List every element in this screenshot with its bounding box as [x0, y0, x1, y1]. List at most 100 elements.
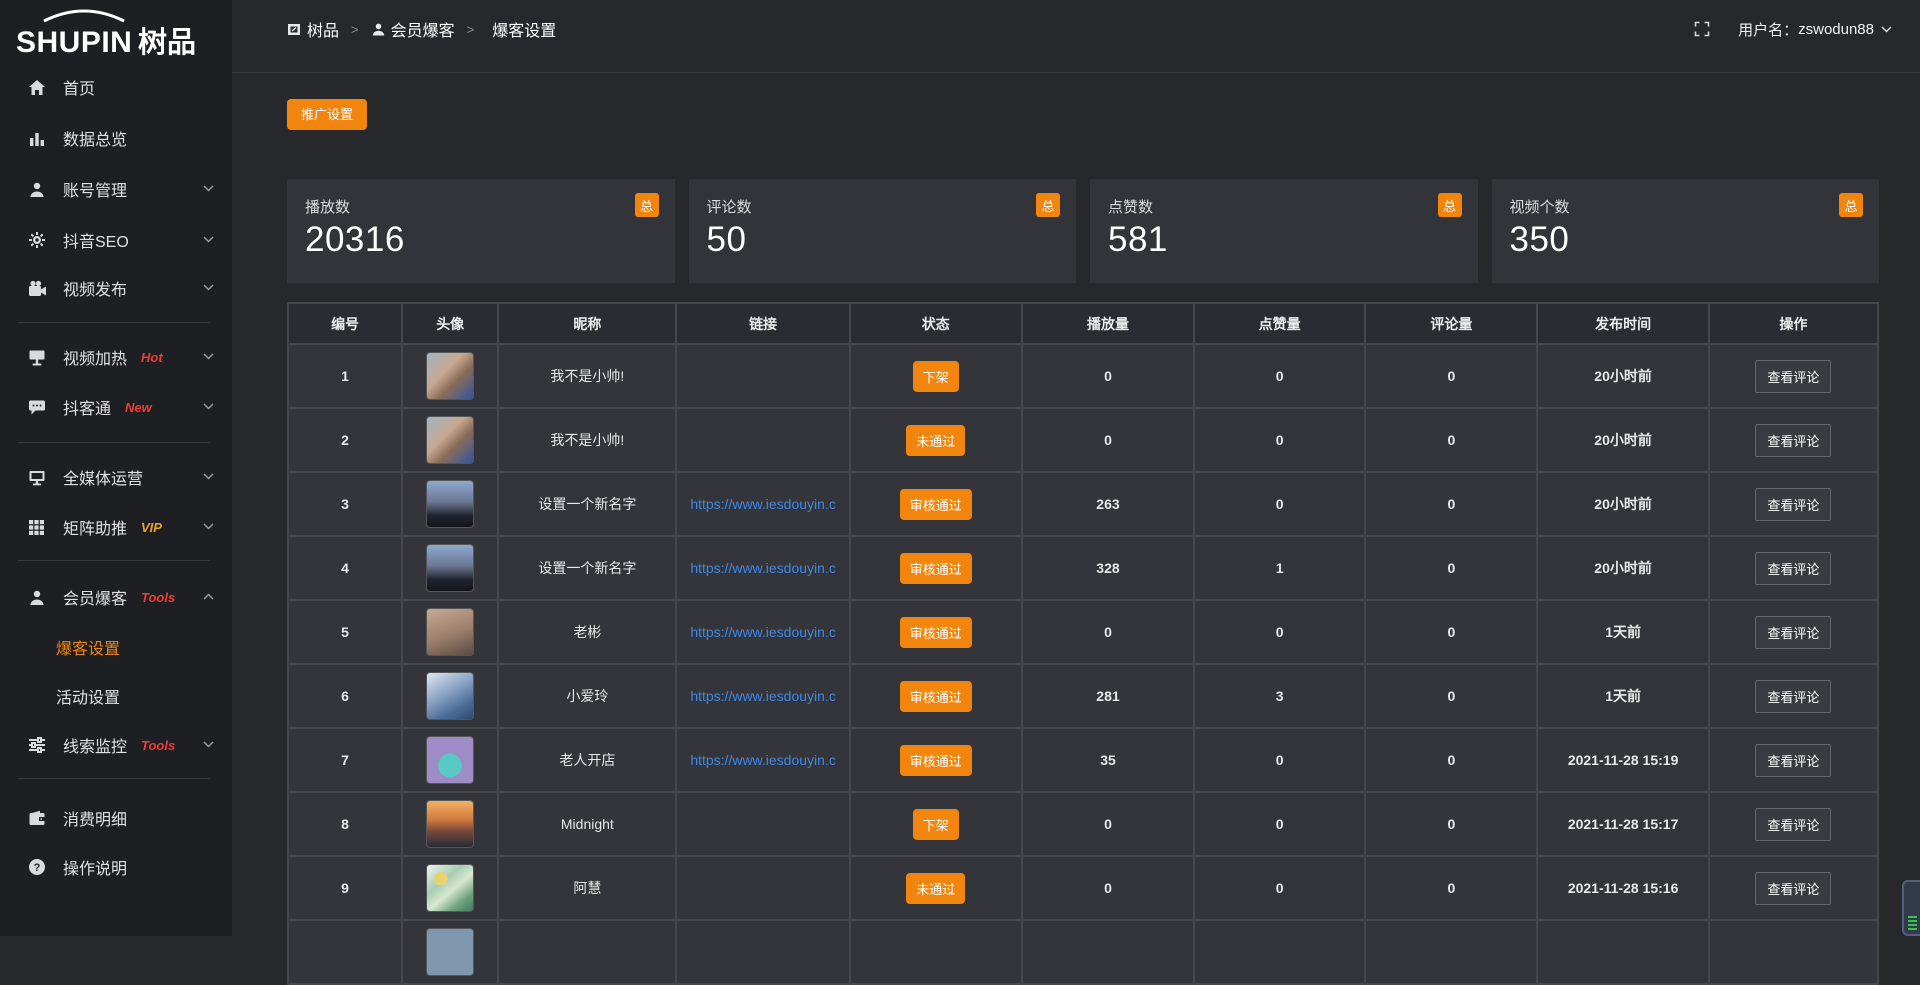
- col-likes: 点赞量: [1195, 304, 1366, 345]
- sidebar-item-label: 矩阵助推: [63, 515, 127, 539]
- stat-label: 播放数: [305, 196, 657, 217]
- video-link[interactable]: https://www.iesdouyin.c: [690, 688, 836, 704]
- avatar-cell: [403, 729, 499, 793]
- sidebar-item-label: 会员爆客: [63, 585, 127, 609]
- floating-support-widget[interactable]: [1902, 880, 1920, 936]
- breadcrumb: 树品 > 会员爆客 > 爆客设置: [287, 17, 556, 41]
- sidebar-item-视频加热[interactable]: 视频加热Hot: [0, 334, 232, 380]
- video-link[interactable]: https://www.iesdouyin.c: [690, 752, 836, 768]
- publish-time: 1天前: [1605, 624, 1641, 640]
- time-cell: 1天前: [1538, 601, 1709, 665]
- view-comments-button[interactable]: 查看评论: [1755, 488, 1831, 521]
- table-row: 4设置一个新名字https://www.iesdouyin.c审核通过32810…: [289, 537, 1879, 601]
- avatar: [426, 416, 474, 464]
- breadcrumb-section[interactable]: 会员爆客: [391, 17, 455, 41]
- publish-time: 20小时前: [1594, 560, 1652, 576]
- likes-cell: 0: [1195, 473, 1366, 537]
- nickname: 我不是小帅!: [550, 432, 624, 448]
- plays-cell: 0: [1023, 601, 1195, 665]
- video-link[interactable]: https://www.iesdouyin.c: [690, 624, 836, 640]
- comments-value: 0: [1447, 880, 1455, 896]
- sidebar-item-tag: Hot: [141, 350, 163, 365]
- status-badge: 下架: [913, 809, 959, 840]
- likes-cell: 0: [1195, 857, 1366, 921]
- time-cell: 2021-11-28 15:16: [1538, 857, 1709, 921]
- link-cell: [677, 857, 850, 921]
- col-link: 链接: [677, 304, 850, 345]
- table-row: [289, 921, 1879, 985]
- sidebar-item-消费明细[interactable]: 消费明细: [0, 795, 232, 841]
- table-row: 2我不是小帅!未通过00020小时前查看评论: [289, 409, 1879, 473]
- view-comments-button[interactable]: 查看评论: [1755, 360, 1831, 393]
- comments-cell: [1366, 921, 1538, 985]
- table-row: 8Midnight下架0002021-11-28 15:17查看评论: [289, 793, 1879, 857]
- sidebar-item-爆客设置[interactable]: 爆客设置: [0, 624, 232, 670]
- avatar-cell: [403, 409, 499, 473]
- avatar: [426, 800, 474, 848]
- view-comments-button[interactable]: 查看评论: [1755, 552, 1831, 585]
- time-cell: 20小时前: [1538, 345, 1709, 409]
- view-comments-button[interactable]: 查看评论: [1755, 808, 1831, 841]
- sidebar-item-label: 爆客设置: [56, 635, 120, 659]
- table-row: 5老彬https://www.iesdouyin.c审核通过0001天前查看评论: [289, 601, 1879, 665]
- videos-table: 编号 头像 昵称 链接 状态 播放量 点赞量 评论量 发布时间 操作 1我不是小…: [287, 302, 1879, 985]
- view-comments-button[interactable]: 查看评论: [1755, 680, 1831, 713]
- sidebar-item-tag: New: [125, 400, 152, 415]
- nickname: 阿慧: [573, 880, 601, 896]
- sidebar-item-矩阵助推[interactable]: 矩阵助推VIP: [0, 504, 232, 550]
- sidebar-item-视频发布[interactable]: 视频发布: [0, 265, 232, 311]
- likes-cell: 3: [1195, 665, 1366, 729]
- sidebar-item-线索监控[interactable]: 线索监控Tools: [0, 722, 232, 768]
- plays-value: 0: [1104, 368, 1112, 384]
- sidebar-item-tag: Tools: [141, 590, 175, 605]
- likes-value: 0: [1276, 816, 1284, 832]
- sidebar-item-数据总览[interactable]: 数据总览: [0, 115, 232, 161]
- dashboard-icon: [287, 22, 302, 37]
- row-number-cell: 8: [289, 793, 403, 857]
- likes-value: 3: [1276, 688, 1284, 704]
- promo-settings-button[interactable]: 推广设置: [287, 99, 367, 130]
- status-cell: 下架: [851, 345, 1023, 409]
- sidebar-item-label: 消费明细: [63, 806, 127, 830]
- row-number-cell: 5: [289, 601, 403, 665]
- row-number-cell: [289, 921, 403, 985]
- breadcrumb-separator: >: [467, 22, 475, 37]
- view-comments-button[interactable]: 查看评论: [1755, 424, 1831, 457]
- user-menu[interactable]: 用户名： zswodun88: [1738, 19, 1892, 40]
- plays-cell: 0: [1023, 345, 1195, 409]
- video-link[interactable]: https://www.iesdouyin.c: [690, 560, 836, 576]
- breadcrumb-root[interactable]: 树品: [307, 17, 339, 41]
- row-number: 9: [341, 880, 349, 896]
- sidebar-item-抖音SEO[interactable]: 抖音SEO: [0, 217, 232, 263]
- sidebar-item-活动设置[interactable]: 活动设置: [0, 673, 232, 719]
- sidebar-item-首页[interactable]: 首页: [0, 64, 232, 110]
- sidebar-item-操作说明[interactable]: ?操作说明: [0, 844, 232, 890]
- row-number: 3: [341, 496, 349, 512]
- likes-cell: 0: [1195, 601, 1366, 665]
- sidebar-item-会员爆客[interactable]: 会员爆客 Tools: [0, 574, 232, 620]
- sidebar-item-全媒体运营[interactable]: 全媒体运营: [0, 454, 232, 500]
- sidebar-item-账号管理[interactable]: 账号管理: [0, 166, 232, 212]
- grid-icon: [28, 518, 48, 536]
- plays-value: 0: [1104, 816, 1112, 832]
- view-comments-button[interactable]: 查看评论: [1755, 744, 1831, 777]
- comments-cell: 0: [1366, 601, 1538, 665]
- sidebar-item-抖客通[interactable]: 抖客通 New: [0, 384, 232, 430]
- sidebar-item-label: 抖客通: [63, 395, 111, 419]
- avatar-cell: [403, 345, 499, 409]
- svg-text:?: ?: [34, 862, 41, 874]
- row-number: 4: [341, 560, 349, 576]
- link-cell: https://www.iesdouyin.c: [677, 601, 850, 665]
- view-comments-button[interactable]: 查看评论: [1755, 872, 1831, 905]
- fullscreen-icon[interactable]: [1694, 21, 1710, 37]
- stat-card-videos: 视频个数 350 总: [1492, 179, 1880, 283]
- view-comments-button[interactable]: 查看评论: [1755, 616, 1831, 649]
- screen-icon: [28, 348, 48, 366]
- status-cell: 审核通过: [851, 601, 1023, 665]
- action-cell: 查看评论: [1710, 601, 1879, 665]
- status-cell: [851, 921, 1023, 985]
- video-link[interactable]: https://www.iesdouyin.c: [690, 496, 836, 512]
- main-content: 推广设置 播放数 20316 总 评论数 50 总 点赞数 581 总 视频个数…: [232, 73, 1920, 985]
- user-icon: [371, 22, 386, 37]
- avatar-cell: [403, 857, 499, 921]
